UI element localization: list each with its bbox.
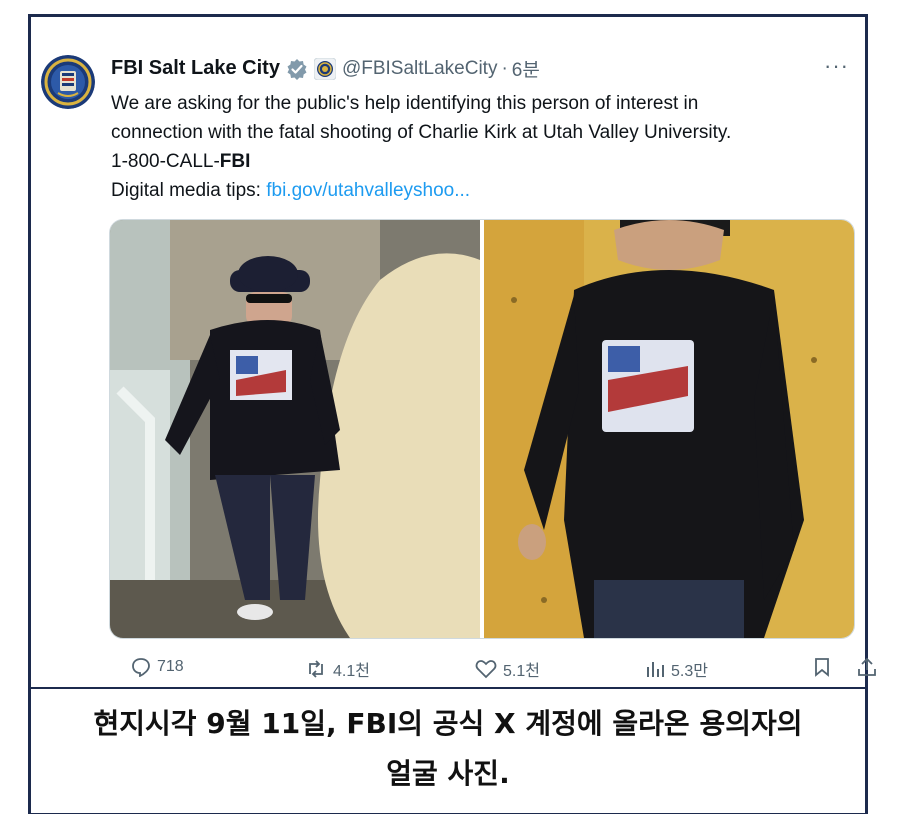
bookmark-icon <box>815 658 829 677</box>
user-handle[interactable]: @FBISaltLakeCity <box>342 58 498 80</box>
tweet-card: FBI Salt Lake City @FBISaltLakeCity · 6분… <box>31 17 876 683</box>
reply-button[interactable]: 718 <box>131 657 184 677</box>
phone-bold: FBI <box>219 151 251 172</box>
share-button[interactable] <box>857 657 883 677</box>
like-count: 5.1천 <box>503 663 540 680</box>
phone-prefix: 1-800-CALL- <box>111 151 220 172</box>
tweet-actions: 718 4.1천 5.1천 5.3만 <box>109 657 876 683</box>
display-name[interactable]: FBI Salt Lake City <box>111 57 280 80</box>
caption-line: 얼굴 사진. <box>386 757 510 790</box>
phone-line: 1-800-CALL-FBI <box>111 147 851 176</box>
tips-line: Digital media tips: fbi.gov/utahvalleysh… <box>111 176 851 205</box>
timestamp[interactable]: 6분 <box>512 55 540 82</box>
tweet-text-line: connection with the fatal shooting of Ch… <box>111 122 732 143</box>
fbi-seal-avatar[interactable] <box>41 55 95 109</box>
stairway-photo-image <box>110 220 480 638</box>
like-button[interactable]: 5.1천 <box>475 657 540 681</box>
tweet-text: We are asking for the public's help iden… <box>111 89 851 205</box>
photo-stairway[interactable] <box>110 220 480 638</box>
caption-line: 현지시각 9월 11일, FBI의 공식 X 계정에 올라온 용의자의 <box>93 707 803 740</box>
separator-dot: · <box>501 57 508 79</box>
bookmark-button[interactable] <box>813 657 837 677</box>
fbi-seal-icon <box>41 55 95 109</box>
tips-link[interactable]: fbi.gov/utahvalleyshoo... <box>266 180 470 201</box>
heart-icon <box>475 660 497 679</box>
tips-label: Digital media tips: <box>111 180 267 201</box>
closeup-photo-image <box>484 220 854 638</box>
media-grid[interactable] <box>109 219 855 639</box>
repost-button[interactable]: 4.1천 <box>305 657 370 681</box>
verified-badge-icon <box>286 58 308 80</box>
affiliation-badge-icon[interactable] <box>313 57 336 80</box>
reply-icon <box>132 658 150 677</box>
view-count: 5.3만 <box>671 663 708 680</box>
repost-count: 4.1천 <box>333 663 370 680</box>
more-options-icon[interactable]: ··· <box>824 53 849 79</box>
tweet-text-line: We are asking for the public's help iden… <box>111 93 699 114</box>
photo-closeup[interactable] <box>484 220 854 638</box>
article-frame: FBI Salt Lake City @FBISaltLakeCity · 6분… <box>28 14 876 814</box>
analytics-icon <box>647 662 664 677</box>
tweet-header: FBI Salt Lake City @FBISaltLakeCity · 6분 <box>111 55 540 82</box>
share-icon <box>858 657 876 676</box>
reply-count: 718 <box>157 658 184 675</box>
repost-icon <box>309 660 323 678</box>
views-button[interactable]: 5.3만 <box>645 657 708 681</box>
photo-caption: 현지시각 9월 11일, FBI의 공식 X 계정에 올라온 용의자의 얼굴 사… <box>31 687 865 813</box>
